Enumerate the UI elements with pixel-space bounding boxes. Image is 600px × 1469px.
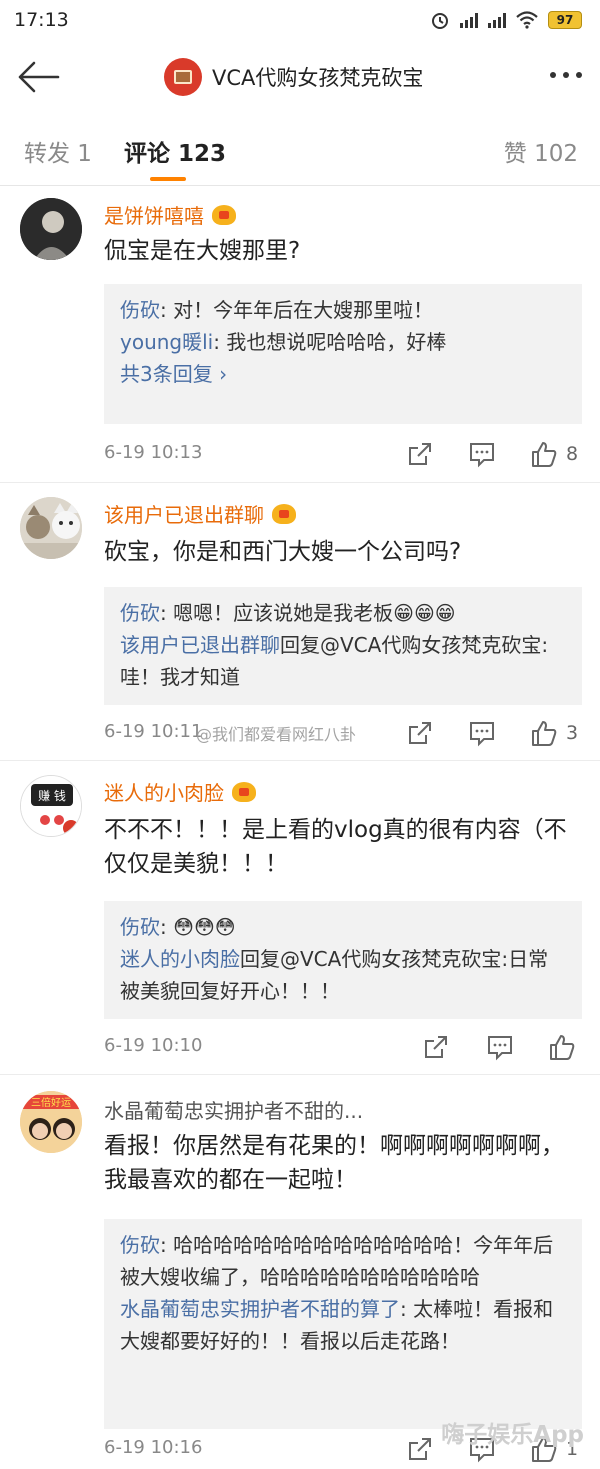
share-icon[interactable] xyxy=(406,719,434,747)
alarm-icon xyxy=(432,13,448,29)
status-time: 17:13 xyxy=(14,9,69,31)
reply-author[interactable]: 伤砍 xyxy=(120,915,160,939)
reply-author[interactable]: young暖li xyxy=(120,330,213,354)
more-replies-link[interactable]: 共3条回复 › xyxy=(120,358,566,390)
reply-box[interactable]: 伤砍: 嗯嗯！应该说她是我老板😁😁😁 该用户已退出群聊回复@VCA代购女孩梵克砍… xyxy=(104,587,582,705)
avatar[interactable] xyxy=(20,198,82,260)
tab-likes[interactable]: 赞 102 xyxy=(504,134,578,168)
comment-username[interactable]: 该用户已退出群聊 xyxy=(104,499,296,528)
app-watermark: 嗨子娱乐App xyxy=(441,1422,584,1448)
battery-icon: 97 xyxy=(548,11,582,29)
avatar-badge-text: 赚 钱 xyxy=(38,788,66,803)
more-icon[interactable] xyxy=(550,72,582,78)
wifi-icon xyxy=(516,11,538,29)
like-count: 3 xyxy=(566,722,579,744)
tab-reposts[interactable]: 转发 1 xyxy=(24,134,92,168)
reply-line: 伤砍: 哈哈哈哈哈哈哈哈哈哈哈哈哈哈！今年年后被大嫂收编了，哈哈哈哈哈哈哈哈哈哈… xyxy=(120,1233,554,1289)
reply-author[interactable]: 迷人的小肉脸 xyxy=(120,947,240,971)
status-bar: 17:13 97 xyxy=(0,0,600,40)
status-icons: 97 xyxy=(430,10,582,30)
tab-comments[interactable]: 评论 123 xyxy=(124,134,226,168)
avatar[interactable] xyxy=(20,497,82,559)
reply-box[interactable]: 伤砍: 😳😳😳 迷人的小肉脸回复@VCA代购女孩梵克砍宝:日常被美貌回复好开心！… xyxy=(104,901,582,1019)
tab-active-indicator xyxy=(150,177,186,181)
nav-title-text: VCA代购女孩梵克砍宝 xyxy=(212,66,424,90)
back-arrow-icon[interactable] xyxy=(16,60,60,94)
vip-badge-icon xyxy=(212,204,236,225)
signal-icon xyxy=(460,12,478,28)
reply-author[interactable]: 该用户已退出群聊 xyxy=(120,633,280,657)
reply-line: 水晶葡萄忠实拥护者不甜的算了: 太棒啦！看报和大嫂都要好好的！！看报以后走花路！ xyxy=(120,1297,554,1353)
like-count: 8 xyxy=(566,443,579,465)
share-icon[interactable] xyxy=(422,1033,450,1061)
reply-icon[interactable] xyxy=(468,440,496,468)
comment-username[interactable]: 水晶葡萄忠实拥护者不甜的... xyxy=(104,1095,363,1124)
reply-line: young暖li: 我也想说呢哈哈哈，好棒 xyxy=(120,330,447,354)
reply-line: 伤砍: 对！今年年后在大嫂那里啦！ xyxy=(120,298,434,322)
nav-title[interactable]: VCA代购女孩梵克砍宝 xyxy=(164,58,423,96)
comment-username[interactable]: 迷人的小肉脸 xyxy=(104,777,256,806)
reply-box[interactable]: 伤砍: 对！今年年后在大嫂那里啦！ young暖li: 我也想说呢哈哈哈，好棒 … xyxy=(104,284,582,424)
like-icon[interactable] xyxy=(548,1033,576,1061)
reply-box[interactable]: 伤砍: 哈哈哈哈哈哈哈哈哈哈哈哈哈哈！今年年后被大嫂收编了，哈哈哈哈哈哈哈哈哈哈… xyxy=(104,1219,582,1429)
vip-badge-icon xyxy=(272,503,296,524)
reply-line: 迷人的小肉脸回复@VCA代购女孩梵克砍宝:日常被美貌回复好开心！！！ xyxy=(120,947,549,1003)
share-icon[interactable] xyxy=(406,1435,434,1463)
comment-meta: 6-19 10:10 xyxy=(104,1031,584,1063)
divider xyxy=(0,1074,600,1075)
avatar[interactable]: 三倍好运 xyxy=(20,1091,82,1153)
reply-author[interactable]: 伤砍 xyxy=(120,298,160,322)
reply-line: 伤砍: 嗯嗯！应该说她是我老板😁😁😁 xyxy=(120,601,456,625)
like-icon[interactable] xyxy=(530,719,558,747)
timestamp: 6-19 10:13 xyxy=(104,442,203,463)
comment-username[interactable]: 是饼饼嘻嘻 xyxy=(104,200,236,229)
signal-icon-2 xyxy=(488,12,506,28)
comment-text: 看报！你居然是有花果的！啊啊啊啊啊啊啊，我最喜欢的都在一起啦！ xyxy=(104,1133,564,1193)
timestamp: 6-19 10:16 xyxy=(104,1437,203,1458)
reply-author[interactable]: 伤砍 xyxy=(120,1233,160,1257)
reply-author[interactable]: 伤砍 xyxy=(120,601,160,625)
divider xyxy=(0,760,600,761)
divider xyxy=(0,482,600,483)
comment-meta: 6-19 10:13 8 xyxy=(104,438,584,470)
timestamp: 6-19 10:11 xyxy=(104,721,203,742)
comment-text: 不不不！！！是上看的vlog真的很有内容（不仅仅是美貌！！！ xyxy=(104,817,567,877)
reply-line: 该用户已退出群聊回复@VCA代购女孩梵克砍宝:哇！我才知道 xyxy=(120,633,549,689)
share-icon[interactable] xyxy=(406,440,434,468)
watermark: @我们都爱看网红八卦 xyxy=(196,725,357,744)
reply-icon[interactable] xyxy=(468,719,496,747)
like-icon[interactable] xyxy=(530,440,558,468)
tab-bar: 转发 1 评论 123 赞 102 xyxy=(0,114,600,186)
comment-text: 砍宝，你是和西门大嫂一个公司吗? xyxy=(104,539,462,565)
vip-badge-icon xyxy=(232,781,256,802)
avatar-banner-text: 三倍好运 xyxy=(31,1096,71,1109)
timestamp: 6-19 10:10 xyxy=(104,1035,203,1056)
reply-icon[interactable] xyxy=(486,1033,514,1061)
reply-line: 伤砍: 😳😳😳 xyxy=(120,915,236,939)
comment-text: 侃宝是在大嫂那里? xyxy=(104,238,301,264)
author-avatar[interactable] xyxy=(164,58,202,96)
reply-author[interactable]: 水晶葡萄忠实拥护者不甜的算了 xyxy=(120,1297,400,1321)
avatar[interactable]: 赚 钱 xyxy=(20,775,82,837)
nav-bar: VCA代购女孩梵克砍宝 xyxy=(0,40,600,114)
